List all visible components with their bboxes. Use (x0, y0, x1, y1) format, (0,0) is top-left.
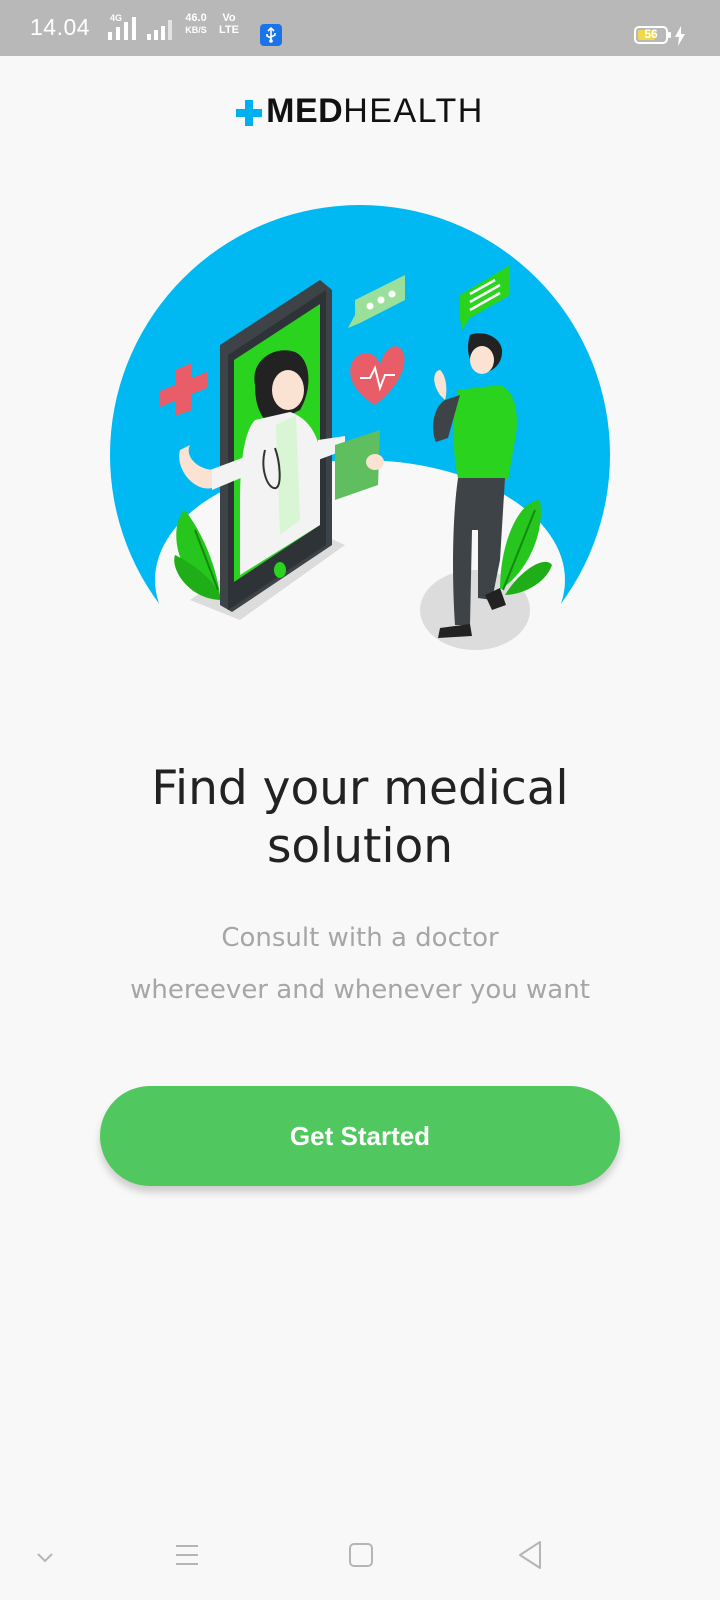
status-time: 14.04 (30, 14, 91, 40)
get-started-label: Get Started (289, 1120, 431, 1151)
medical-cross-icon (236, 100, 263, 127)
headline: Find your medical solution (151, 761, 569, 874)
back-triangle-icon[interactable] (516, 1540, 544, 1570)
network-speed: 46.0 KB/S (185, 12, 207, 35)
telemedicine-illustration (110, 205, 611, 700)
subtext-line-1: Consult with a doctor (221, 923, 499, 953)
chevron-down-icon[interactable] (34, 1546, 56, 1568)
signal-icon (147, 20, 172, 40)
subtext: Consult with a doctor whereever and when… (60, 912, 660, 1016)
battery-icon: 56 (634, 26, 671, 44)
volte-indicator: Vo LTE (219, 12, 239, 36)
logo-text-light: HEALTH (343, 92, 484, 130)
get-started-button[interactable]: Get Started (100, 1086, 620, 1186)
app-logo: MEDHEALTH (0, 92, 720, 131)
navigation-bar (0, 1530, 720, 1600)
charging-icon (675, 26, 685, 46)
home-square-icon[interactable] (348, 1542, 374, 1568)
logo-text-bold: MED (266, 92, 344, 130)
status-bar: 14.04 4G 46.0 KB/S Vo LTE 56 (0, 0, 720, 56)
signal-icon (108, 17, 136, 40)
subtext-line-2: whereever and whenever you want (130, 975, 590, 1005)
menu-icon[interactable] (174, 1542, 200, 1568)
usb-icon (260, 24, 282, 46)
